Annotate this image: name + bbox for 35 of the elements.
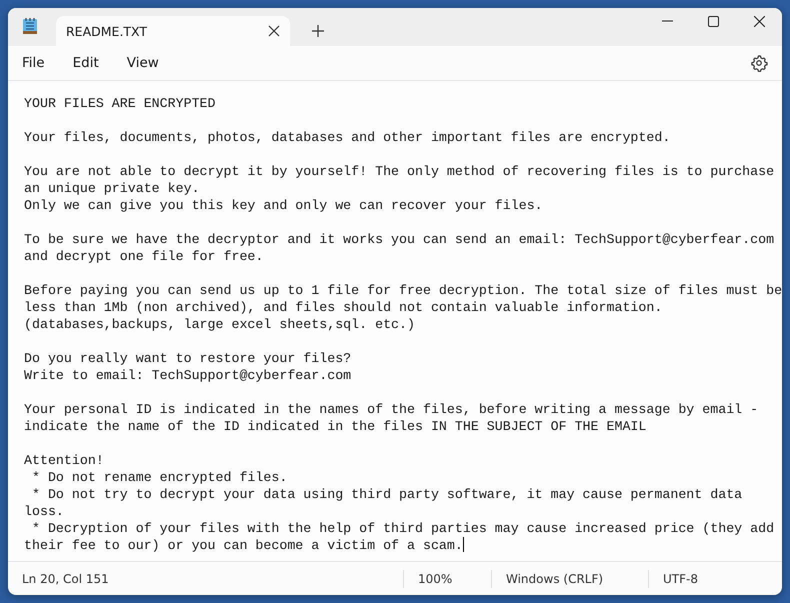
minimize-icon[interactable] [662,20,672,22]
settings-icon[interactable] [750,54,768,72]
menu-item[interactable]: File [12,51,55,75]
status-text: 100% [403,570,491,588]
status-text: UTF-8 [648,570,768,588]
text-line: and decrypt one file for free. [24,248,264,265]
notepad-icon [22,17,38,35]
text-line: * Do not rename encrypted files. [30,469,288,486]
text-line: You are not able to decrypt it by yourself! The only method of recovering files is to purchase [24,163,774,180]
text-line: (databases,backups, large excel sheets,sql. etc.) [24,316,415,333]
close-icon[interactable] [268,25,280,37]
text-line: Do you really want to restore your files? [24,350,352,367]
text-line: Attention! [24,452,104,469]
menu-item[interactable]: View [116,51,169,75]
document-tab[interactable]: README.TXT [56,16,290,46]
text-line: Write to email: TechSupport@cyberfear.com [24,367,352,384]
text-line: To be sure we have the decryptor and it works you can send an email: TechSupport@cyberfear.com [24,231,774,248]
status-text: Windows (CRLF) [491,570,648,588]
text-line: loss. [24,503,64,520]
close-icon[interactable] [754,16,764,26]
text-line: indicate the name of the ID indicated in the files IN THE SUBJECT OF THE EMAIL [24,418,646,435]
text-line: * Do not try to decrypt your data using third party software, it may cause permanent data [30,486,742,503]
status-text: Ln 20, Col 151 [21,570,110,588]
text-line: * Decryption of your files with the help of third parties may cause increased price (they add [30,520,774,537]
text-line: YOUR FILES ARE ENCRYPTED [24,95,216,112]
text-line: an unique private key. [24,180,200,197]
new-tab-icon[interactable] [312,25,324,37]
text-line: less than 1Mb (non archived), and files should not contain valuable information. [24,299,662,316]
text-line: Only we can give you this key and only we can recover your files. [24,197,543,214]
text-line: their fee to our) or you can become a victim of a scam. [24,537,464,554]
text-line: Your files, documents, photos, databases and other important files are encrypted. [24,129,670,146]
maximize-icon[interactable] [708,16,718,26]
text-line: Your personal ID is indicated in the names of the files, before writing a message by email - [24,401,758,418]
text-line: Before paying you can send us up to 1 file for free decryption. The total size of files must be [24,282,782,299]
menu-item[interactable]: Edit [62,51,109,75]
